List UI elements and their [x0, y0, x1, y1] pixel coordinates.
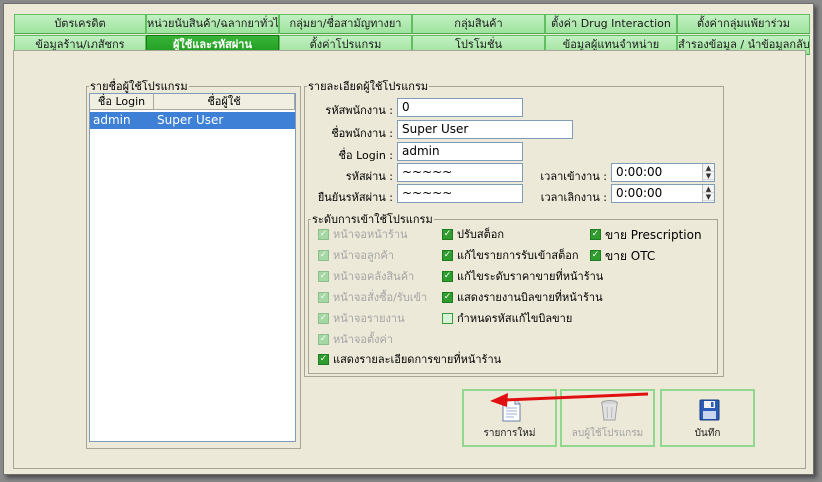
checkmark-icon: ✓: [318, 229, 329, 240]
column-header-username[interactable]: ชื่อผู้ใช้: [154, 94, 295, 110]
checkmark-icon: ✓: [442, 292, 453, 303]
tab-drug-interaction[interactable]: ตั้งค่า Drug Interaction: [545, 14, 677, 34]
new-item-label: รายการใหม่: [483, 428, 536, 439]
checkmark-icon: ✓: [318, 354, 329, 365]
checkmark-icon: ✓: [590, 229, 601, 240]
table-row[interactable]: admin Super User: [90, 112, 295, 129]
checkmark-icon: ✓: [442, 250, 453, 261]
login-field[interactable]: admin: [397, 142, 523, 161]
password-label: รหัสผ่าน :: [345, 170, 393, 183]
checkmark-icon: ✓: [318, 271, 329, 282]
time-in-spinner[interactable]: ▲ ▼: [702, 164, 714, 181]
confirm-password-label: ยืนยันรหัสผ่าน :: [317, 191, 393, 204]
settings-window: บัตรเครดิต หน่วยนับสินค้า/ฉลากยาทั่วไป ก…: [3, 3, 814, 475]
user-list[interactable]: ชื่อ Login ชื่อผู้ใช้ admin Super User: [89, 93, 296, 442]
spin-up-icon[interactable]: ▲: [703, 164, 714, 172]
time-out-value: 0:00:00: [616, 186, 663, 200]
checkmark-icon: ✓: [318, 250, 329, 261]
tab-product-groups[interactable]: กลุ่มสินค้า: [412, 14, 545, 34]
login-label: ชื่อ Login :: [338, 149, 393, 162]
delete-user-label: ลบผู้ใช้โปรแกรม: [571, 428, 644, 439]
employee-id-label: รหัสพนักงาน :: [325, 104, 393, 117]
time-in-label: เวลาเข้างาน :: [540, 170, 607, 183]
checkmark-icon: ✓: [442, 229, 453, 240]
column-header-login[interactable]: ชื่อ Login: [90, 94, 154, 110]
tab-units-labels[interactable]: หน่วยนับสินค้า/ฉลากยาทั่วไป: [146, 14, 279, 34]
spin-down-icon[interactable]: ▼: [703, 172, 714, 180]
checkmark-icon: ✓: [318, 334, 329, 345]
time-in-field[interactable]: 0:00:00 ▲ ▼: [611, 163, 715, 182]
time-out-label: เวลาเลิกงาน :: [540, 191, 607, 204]
row-login: admin: [93, 113, 131, 127]
spin-down-icon[interactable]: ▼: [703, 193, 714, 201]
employee-id-field[interactable]: 0: [397, 98, 523, 117]
save-label: บันทึก: [694, 428, 721, 439]
employee-name-field[interactable]: Super User: [397, 120, 573, 139]
tab-allergy-groups[interactable]: ตั้งค่ากลุ่มแพ้ยาร่วม: [677, 14, 810, 34]
save-button[interactable]: บันทึก: [660, 389, 755, 447]
users-panel: รายชื่อผู้ใช้โปรแกรม ชื่อ Login ชื่อผู้ใ…: [13, 50, 806, 469]
user-details-title: รายละเอียดผู้ใช้โปรแกรม: [308, 80, 429, 93]
checkmark-icon: ✓: [318, 313, 329, 324]
annotation-arrow-icon: [490, 392, 649, 407]
access-level-title: ระดับการเข้าใช้โปรแกรม: [312, 213, 433, 226]
checkmark-icon: ✓: [318, 292, 329, 303]
employee-name-label: ชื่อพนักงาน :: [331, 127, 393, 140]
confirm-password-field[interactable]: ~~~~~: [397, 184, 523, 203]
time-out-field[interactable]: 0:00:00 ▲ ▼: [611, 184, 715, 203]
time-in-value: 0:00:00: [616, 165, 663, 179]
tab-credit-card[interactable]: บัตรเครดิต: [14, 14, 146, 34]
spin-up-icon[interactable]: ▲: [703, 185, 714, 193]
checkmark-icon: ✓: [590, 250, 601, 261]
row-username: Super User: [157, 113, 224, 127]
checkmark-icon: ✓: [442, 271, 453, 282]
tab-drug-groups[interactable]: กลุ่มยา/ชื่อสามัญทางยา: [279, 14, 412, 34]
floppy-disk-icon: [699, 399, 720, 421]
time-out-spinner[interactable]: ▲ ▼: [702, 185, 714, 202]
password-field[interactable]: ~~~~~: [397, 163, 523, 182]
checkbox-empty-icon: [442, 313, 453, 324]
